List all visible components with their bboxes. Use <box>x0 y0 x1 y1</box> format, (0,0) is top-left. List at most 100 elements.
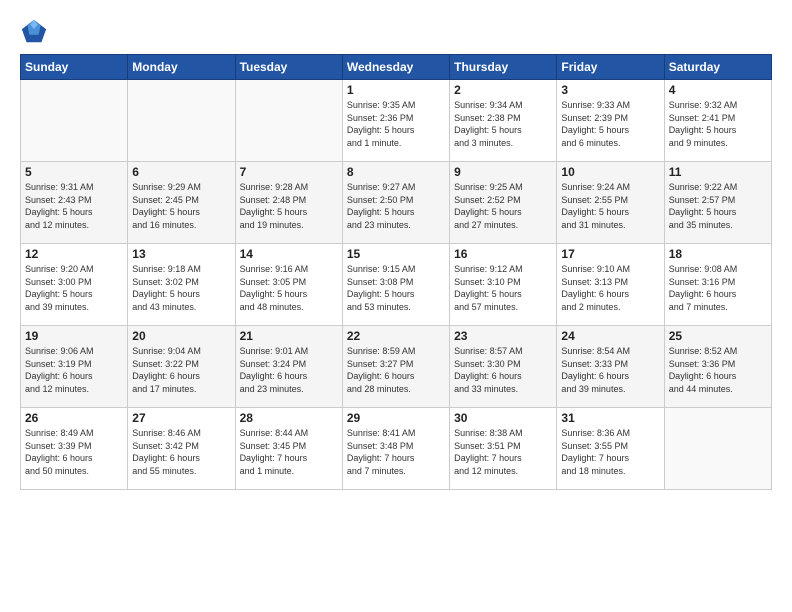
day-number: 13 <box>132 247 230 261</box>
logo-icon <box>20 18 48 46</box>
calendar-cell: 22 Sunrise: 8:59 AM Sunset: 3:27 PM Dayli… <box>342 326 449 408</box>
calendar-cell: 1 Sunrise: 9:35 AM Sunset: 2:36 PM Daylig… <box>342 80 449 162</box>
day-number: 30 <box>454 411 552 425</box>
weekday-header-saturday: Saturday <box>664 55 771 80</box>
day-info: Sunrise: 9:33 AM Sunset: 2:39 PM Dayligh… <box>561 99 659 149</box>
day-number: 17 <box>561 247 659 261</box>
page: SundayMondayTuesdayWednesdayThursdayFrid… <box>0 0 792 612</box>
day-number: 19 <box>25 329 123 343</box>
day-info: Sunrise: 9:25 AM Sunset: 2:52 PM Dayligh… <box>454 181 552 231</box>
day-info: Sunrise: 9:15 AM Sunset: 3:08 PM Dayligh… <box>347 263 445 313</box>
day-number: 24 <box>561 329 659 343</box>
day-number: 11 <box>669 165 767 179</box>
calendar-cell: 4 Sunrise: 9:32 AM Sunset: 2:41 PM Daylig… <box>664 80 771 162</box>
weekday-header-tuesday: Tuesday <box>235 55 342 80</box>
day-number: 4 <box>669 83 767 97</box>
day-number: 2 <box>454 83 552 97</box>
calendar-cell: 30Sunrise: 8:38 AM Sunset: 3:51 PM Dayli… <box>450 408 557 490</box>
day-number: 15 <box>347 247 445 261</box>
calendar-cell: 15 Sunrise: 9:15 AM Sunset: 3:08 PM Dayli… <box>342 244 449 326</box>
day-info: Sunrise: 8:57 AM Sunset: 3:30 PM Dayligh… <box>454 345 552 395</box>
day-number: 14 <box>240 247 338 261</box>
calendar-cell: 7 Sunrise: 9:28 AM Sunset: 2:48 PM Daylig… <box>235 162 342 244</box>
day-info: Sunrise: 9:35 AM Sunset: 2:36 PM Dayligh… <box>347 99 445 149</box>
day-number: 21 <box>240 329 338 343</box>
calendar-header: SundayMondayTuesdayWednesdayThursdayFrid… <box>21 55 772 80</box>
calendar-week-4: 26Sunrise: 8:49 AM Sunset: 3:39 PM Dayli… <box>21 408 772 490</box>
day-number: 3 <box>561 83 659 97</box>
day-info: Sunrise: 9:31 AM Sunset: 2:43 PM Dayligh… <box>25 181 123 231</box>
day-number: 9 <box>454 165 552 179</box>
calendar-week-2: 12 Sunrise: 9:20 AM Sunset: 3:00 PM Dayli… <box>21 244 772 326</box>
calendar-cell <box>664 408 771 490</box>
weekday-header-thursday: Thursday <box>450 55 557 80</box>
day-number: 1 <box>347 83 445 97</box>
day-number: 16 <box>454 247 552 261</box>
day-info: Sunrise: 9:32 AM Sunset: 2:41 PM Dayligh… <box>669 99 767 149</box>
calendar-cell: 5 Sunrise: 9:31 AM Sunset: 2:43 PM Daylig… <box>21 162 128 244</box>
day-info: Sunrise: 9:27 AM Sunset: 2:50 PM Dayligh… <box>347 181 445 231</box>
calendar-cell: 16 Sunrise: 9:12 AM Sunset: 3:10 PM Dayli… <box>450 244 557 326</box>
calendar-body: 1 Sunrise: 9:35 AM Sunset: 2:36 PM Daylig… <box>21 80 772 490</box>
day-number: 25 <box>669 329 767 343</box>
calendar-cell: 10 Sunrise: 9:24 AM Sunset: 2:55 PM Dayli… <box>557 162 664 244</box>
day-number: 10 <box>561 165 659 179</box>
calendar-cell: 9 Sunrise: 9:25 AM Sunset: 2:52 PM Daylig… <box>450 162 557 244</box>
calendar-cell: 28Sunrise: 8:44 AM Sunset: 3:45 PM Dayli… <box>235 408 342 490</box>
day-number: 18 <box>669 247 767 261</box>
day-info: Sunrise: 8:54 AM Sunset: 3:33 PM Dayligh… <box>561 345 659 395</box>
calendar-cell: 20 Sunrise: 9:04 AM Sunset: 3:22 PM Dayli… <box>128 326 235 408</box>
day-number: 22 <box>347 329 445 343</box>
calendar-cell: 23 Sunrise: 8:57 AM Sunset: 3:30 PM Dayli… <box>450 326 557 408</box>
calendar-cell: 3 Sunrise: 9:33 AM Sunset: 2:39 PM Daylig… <box>557 80 664 162</box>
calendar-week-0: 1 Sunrise: 9:35 AM Sunset: 2:36 PM Daylig… <box>21 80 772 162</box>
calendar-cell: 13 Sunrise: 9:18 AM Sunset: 3:02 PM Dayli… <box>128 244 235 326</box>
day-info: Sunrise: 8:41 AM Sunset: 3:48 PM Dayligh… <box>347 427 445 477</box>
day-number: 28 <box>240 411 338 425</box>
day-info: Sunrise: 9:08 AM Sunset: 3:16 PM Dayligh… <box>669 263 767 313</box>
calendar-cell: 31Sunrise: 8:36 AM Sunset: 3:55 PM Dayli… <box>557 408 664 490</box>
calendar-cell: 25Sunrise: 8:52 AM Sunset: 3:36 PM Dayli… <box>664 326 771 408</box>
day-number: 6 <box>132 165 230 179</box>
day-info: Sunrise: 9:16 AM Sunset: 3:05 PM Dayligh… <box>240 263 338 313</box>
calendar-cell: 27 Sunrise: 8:46 AM Sunset: 3:42 PM Dayli… <box>128 408 235 490</box>
day-info: Sunrise: 9:22 AM Sunset: 2:57 PM Dayligh… <box>669 181 767 231</box>
day-info: Sunrise: 9:04 AM Sunset: 3:22 PM Dayligh… <box>132 345 230 395</box>
day-number: 20 <box>132 329 230 343</box>
weekday-row: SundayMondayTuesdayWednesdayThursdayFrid… <box>21 55 772 80</box>
day-number: 29 <box>347 411 445 425</box>
day-info: Sunrise: 9:24 AM Sunset: 2:55 PM Dayligh… <box>561 181 659 231</box>
day-info: Sunrise: 9:06 AM Sunset: 3:19 PM Dayligh… <box>25 345 123 395</box>
weekday-header-monday: Monday <box>128 55 235 80</box>
weekday-header-friday: Friday <box>557 55 664 80</box>
calendar-cell: 29 Sunrise: 8:41 AM Sunset: 3:48 PM Dayli… <box>342 408 449 490</box>
day-info: Sunrise: 9:29 AM Sunset: 2:45 PM Dayligh… <box>132 181 230 231</box>
day-number: 27 <box>132 411 230 425</box>
calendar-cell: 19 Sunrise: 9:06 AM Sunset: 3:19 PM Dayli… <box>21 326 128 408</box>
day-number: 31 <box>561 411 659 425</box>
weekday-header-wednesday: Wednesday <box>342 55 449 80</box>
calendar-cell: 21 Sunrise: 9:01 AM Sunset: 3:24 PM Dayli… <box>235 326 342 408</box>
day-info: Sunrise: 9:28 AM Sunset: 2:48 PM Dayligh… <box>240 181 338 231</box>
calendar-cell: 12 Sunrise: 9:20 AM Sunset: 3:00 PM Dayli… <box>21 244 128 326</box>
day-info: Sunrise: 8:46 AM Sunset: 3:42 PM Dayligh… <box>132 427 230 477</box>
day-info: Sunrise: 9:01 AM Sunset: 3:24 PM Dayligh… <box>240 345 338 395</box>
calendar-cell: 26Sunrise: 8:49 AM Sunset: 3:39 PM Dayli… <box>21 408 128 490</box>
day-number: 12 <box>25 247 123 261</box>
day-info: Sunrise: 9:18 AM Sunset: 3:02 PM Dayligh… <box>132 263 230 313</box>
day-number: 7 <box>240 165 338 179</box>
logo <box>20 18 52 46</box>
day-number: 23 <box>454 329 552 343</box>
calendar-cell: 11 Sunrise: 9:22 AM Sunset: 2:57 PM Dayli… <box>664 162 771 244</box>
calendar-cell <box>128 80 235 162</box>
day-number: 5 <box>25 165 123 179</box>
calendar-table: SundayMondayTuesdayWednesdayThursdayFrid… <box>20 54 772 490</box>
day-info: Sunrise: 9:12 AM Sunset: 3:10 PM Dayligh… <box>454 263 552 313</box>
day-info: Sunrise: 8:59 AM Sunset: 3:27 PM Dayligh… <box>347 345 445 395</box>
calendar-cell: 14 Sunrise: 9:16 AM Sunset: 3:05 PM Dayli… <box>235 244 342 326</box>
day-info: Sunrise: 9:20 AM Sunset: 3:00 PM Dayligh… <box>25 263 123 313</box>
weekday-header-sunday: Sunday <box>21 55 128 80</box>
calendar-cell: 2Sunrise: 9:34 AM Sunset: 2:38 PM Daylig… <box>450 80 557 162</box>
calendar-cell: 18 Sunrise: 9:08 AM Sunset: 3:16 PM Dayli… <box>664 244 771 326</box>
day-info: Sunrise: 8:49 AM Sunset: 3:39 PM Dayligh… <box>25 427 123 477</box>
